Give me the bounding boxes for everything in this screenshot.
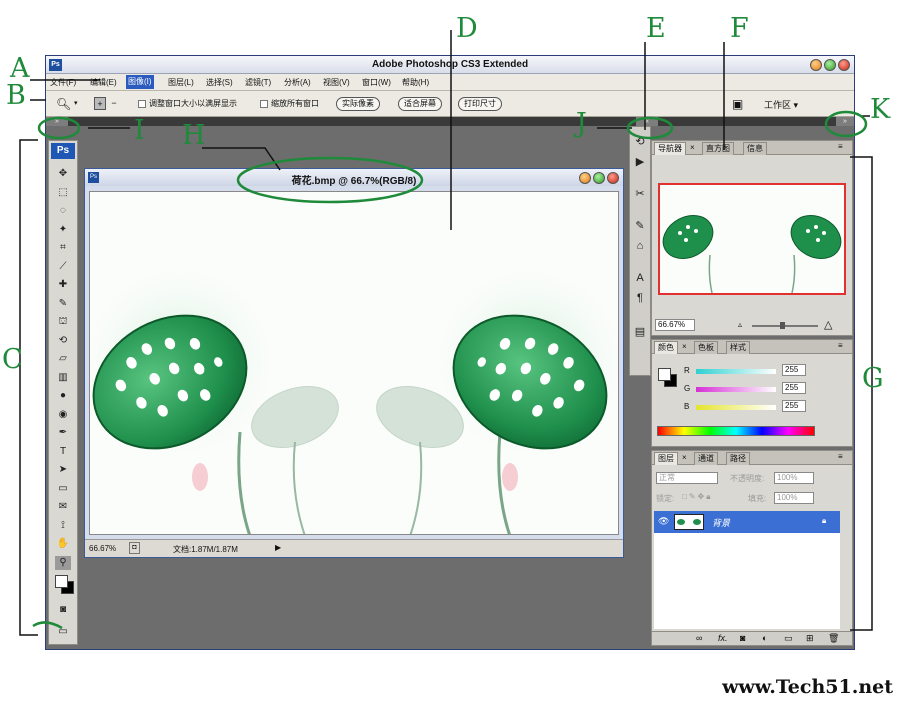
annotation-label-g: G <box>862 363 884 394</box>
annotation-label-a: A <box>10 53 30 84</box>
annotation-overlay <box>19 30 873 636</box>
annotation-label-b: B <box>6 80 26 111</box>
annotation-label-f: F <box>730 13 749 44</box>
annotation-label-j: J <box>576 108 587 139</box>
watermark: www.Tech51.net <box>722 676 893 698</box>
annotation-label-c: C <box>2 344 23 375</box>
annotation-label-h: H <box>182 120 206 151</box>
annotation-label-k: K <box>870 94 891 125</box>
annotation-label-i: I <box>134 115 145 146</box>
annotation-label-d: D <box>456 13 478 44</box>
annotation-label-e: E <box>646 13 666 44</box>
